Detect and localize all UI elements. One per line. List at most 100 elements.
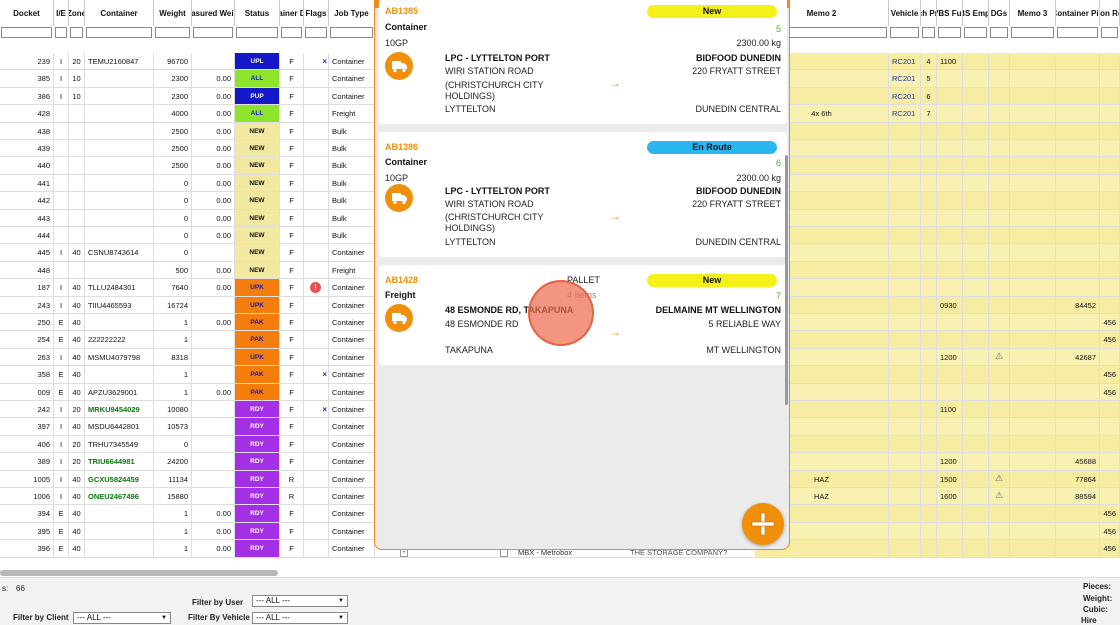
cell-container [85, 505, 154, 523]
cell-rel [1100, 53, 1120, 71]
cell-flag: ! [304, 279, 329, 297]
cell-doors: F [280, 157, 304, 175]
column-filter-input[interactable] [305, 27, 327, 38]
weight-label: Weight: [1083, 594, 1113, 603]
column-header[interactable]: Sch Pric [921, 0, 937, 26]
cell-container [85, 314, 154, 332]
cell-pin [1056, 53, 1100, 71]
column-filter-input[interactable] [1011, 27, 1054, 38]
cell-vehicle [889, 279, 921, 297]
column-header[interactable]: Container [85, 0, 154, 26]
column-header[interactable]: VBS Full [937, 0, 963, 26]
cell-vbse [963, 453, 989, 471]
column-filter-input[interactable] [1101, 27, 1118, 38]
cell-pin: 42687 [1056, 348, 1100, 367]
column-header[interactable]: I/E [54, 0, 69, 26]
add-job-button[interactable] [742, 503, 784, 545]
cell-dg [989, 383, 1010, 401]
column-header[interactable]: Weight [154, 0, 192, 26]
column-filter-input[interactable] [155, 27, 190, 38]
job-card[interactable]: AB1386 En Route Container 6 10GP 2300.00… [379, 132, 787, 257]
cell-container [85, 157, 154, 175]
cell-vbs [937, 435, 963, 454]
column-filter-input[interactable] [1, 27, 52, 38]
hazard-icon: ⚠ [994, 350, 1004, 361]
column-filter-input[interactable] [236, 27, 278, 38]
cell-flag [304, 418, 329, 436]
cell-memo3 [1010, 296, 1056, 314]
column-filter-input[interactable] [964, 27, 987, 38]
column-header[interactable]: Status [235, 0, 280, 26]
cell-pin [1056, 540, 1100, 558]
arrow-right-icon: → [609, 325, 621, 339]
column-header[interactable]: Container Doors [280, 0, 304, 26]
job-card[interactable]: AB1385 New Container 5 10GP 2300.00 kg L… [379, 0, 787, 124]
truck-icon [385, 184, 413, 212]
cell-pin [1056, 401, 1100, 419]
column-header[interactable]: Job Type [329, 0, 375, 26]
column-filter-input[interactable] [922, 27, 935, 38]
column-filter-input[interactable] [70, 27, 83, 38]
column-header[interactable]: Flags [304, 0, 329, 26]
horizontal-scrollbar[interactable] [0, 570, 278, 576]
column-filter-input[interactable] [281, 27, 302, 38]
delivery-address: 220 FRYATT STREET [692, 199, 781, 209]
column-header[interactable]: DGs [989, 0, 1010, 26]
cell-flag [304, 140, 329, 158]
cell-vbs [937, 157, 963, 175]
cell-vehicle [889, 331, 921, 349]
cell-vbs [937, 174, 963, 193]
cell-sch [921, 435, 937, 454]
column-filter-input[interactable] [193, 27, 233, 38]
column-header[interactable]: Docket [0, 0, 54, 26]
cell-ie: I [54, 470, 69, 488]
job-id: AB1386 [385, 142, 419, 152]
column-filter-input[interactable] [990, 27, 1008, 38]
cell-vehicle [889, 227, 921, 245]
filter-client-select[interactable]: --- ALL --- ▼ [73, 612, 171, 624]
cell-ie [54, 122, 69, 140]
cell-vehicle [889, 209, 921, 227]
cell-weight: 0 [154, 174, 192, 193]
row-checkbox[interactable] [500, 549, 508, 557]
cell-container: MRKU9454029 [85, 401, 154, 419]
filter-user-select[interactable]: --- ALL --- ▼ [252, 595, 348, 607]
cell-container [85, 87, 154, 106]
arrow-right-icon: → [609, 76, 621, 90]
column-header[interactable]: Con Rel [1100, 0, 1120, 26]
column-filter-input[interactable] [1057, 27, 1098, 38]
column-header[interactable]: Measured Weight [192, 0, 235, 26]
cell-dg [989, 522, 1010, 541]
cell-flag [304, 70, 329, 88]
cell-vehicle: RC201 [889, 70, 921, 88]
column-header[interactable]: Zone [69, 0, 85, 26]
cell-doors: F [280, 383, 304, 401]
column-header[interactable]: Container Pin [1056, 0, 1100, 26]
hazard-icon: ⚠ [994, 490, 1004, 500]
cell-docket: 396 [0, 540, 54, 558]
column-filter-input[interactable] [86, 27, 152, 38]
cell-vehicle [889, 435, 921, 454]
column-filter-input[interactable] [55, 27, 67, 38]
column-filter-input[interactable] [330, 27, 373, 38]
column-header[interactable]: Memo 3 [1010, 0, 1056, 26]
cell-docket: 448 [0, 261, 54, 280]
column-filter-input[interactable] [890, 27, 919, 38]
cell-weight: 2300 [154, 87, 192, 106]
cell-rel [1100, 209, 1120, 227]
column-header[interactable]: VBS Empty [963, 0, 989, 26]
cell-weight: 2500 [154, 122, 192, 140]
cell-memo3 [1010, 122, 1056, 140]
cell-container: TIIU4465593 [85, 296, 154, 314]
touch-indicator [528, 280, 594, 346]
column-header[interactable]: Vehicle [889, 0, 921, 26]
cell-meas: 0.00 [192, 522, 235, 541]
cell-vbs: 1100 [937, 401, 963, 419]
panel-scrollbar[interactable] [785, 155, 788, 405]
status-badge: NEW [235, 192, 280, 210]
cell-ie: I [54, 401, 69, 419]
column-filter-input[interactable] [938, 27, 961, 38]
filter-vehicle-select[interactable]: --- ALL --- ▼ [252, 612, 348, 624]
expand-row-icon[interactable]: + [400, 549, 408, 557]
job-type: Freight [385, 290, 416, 300]
